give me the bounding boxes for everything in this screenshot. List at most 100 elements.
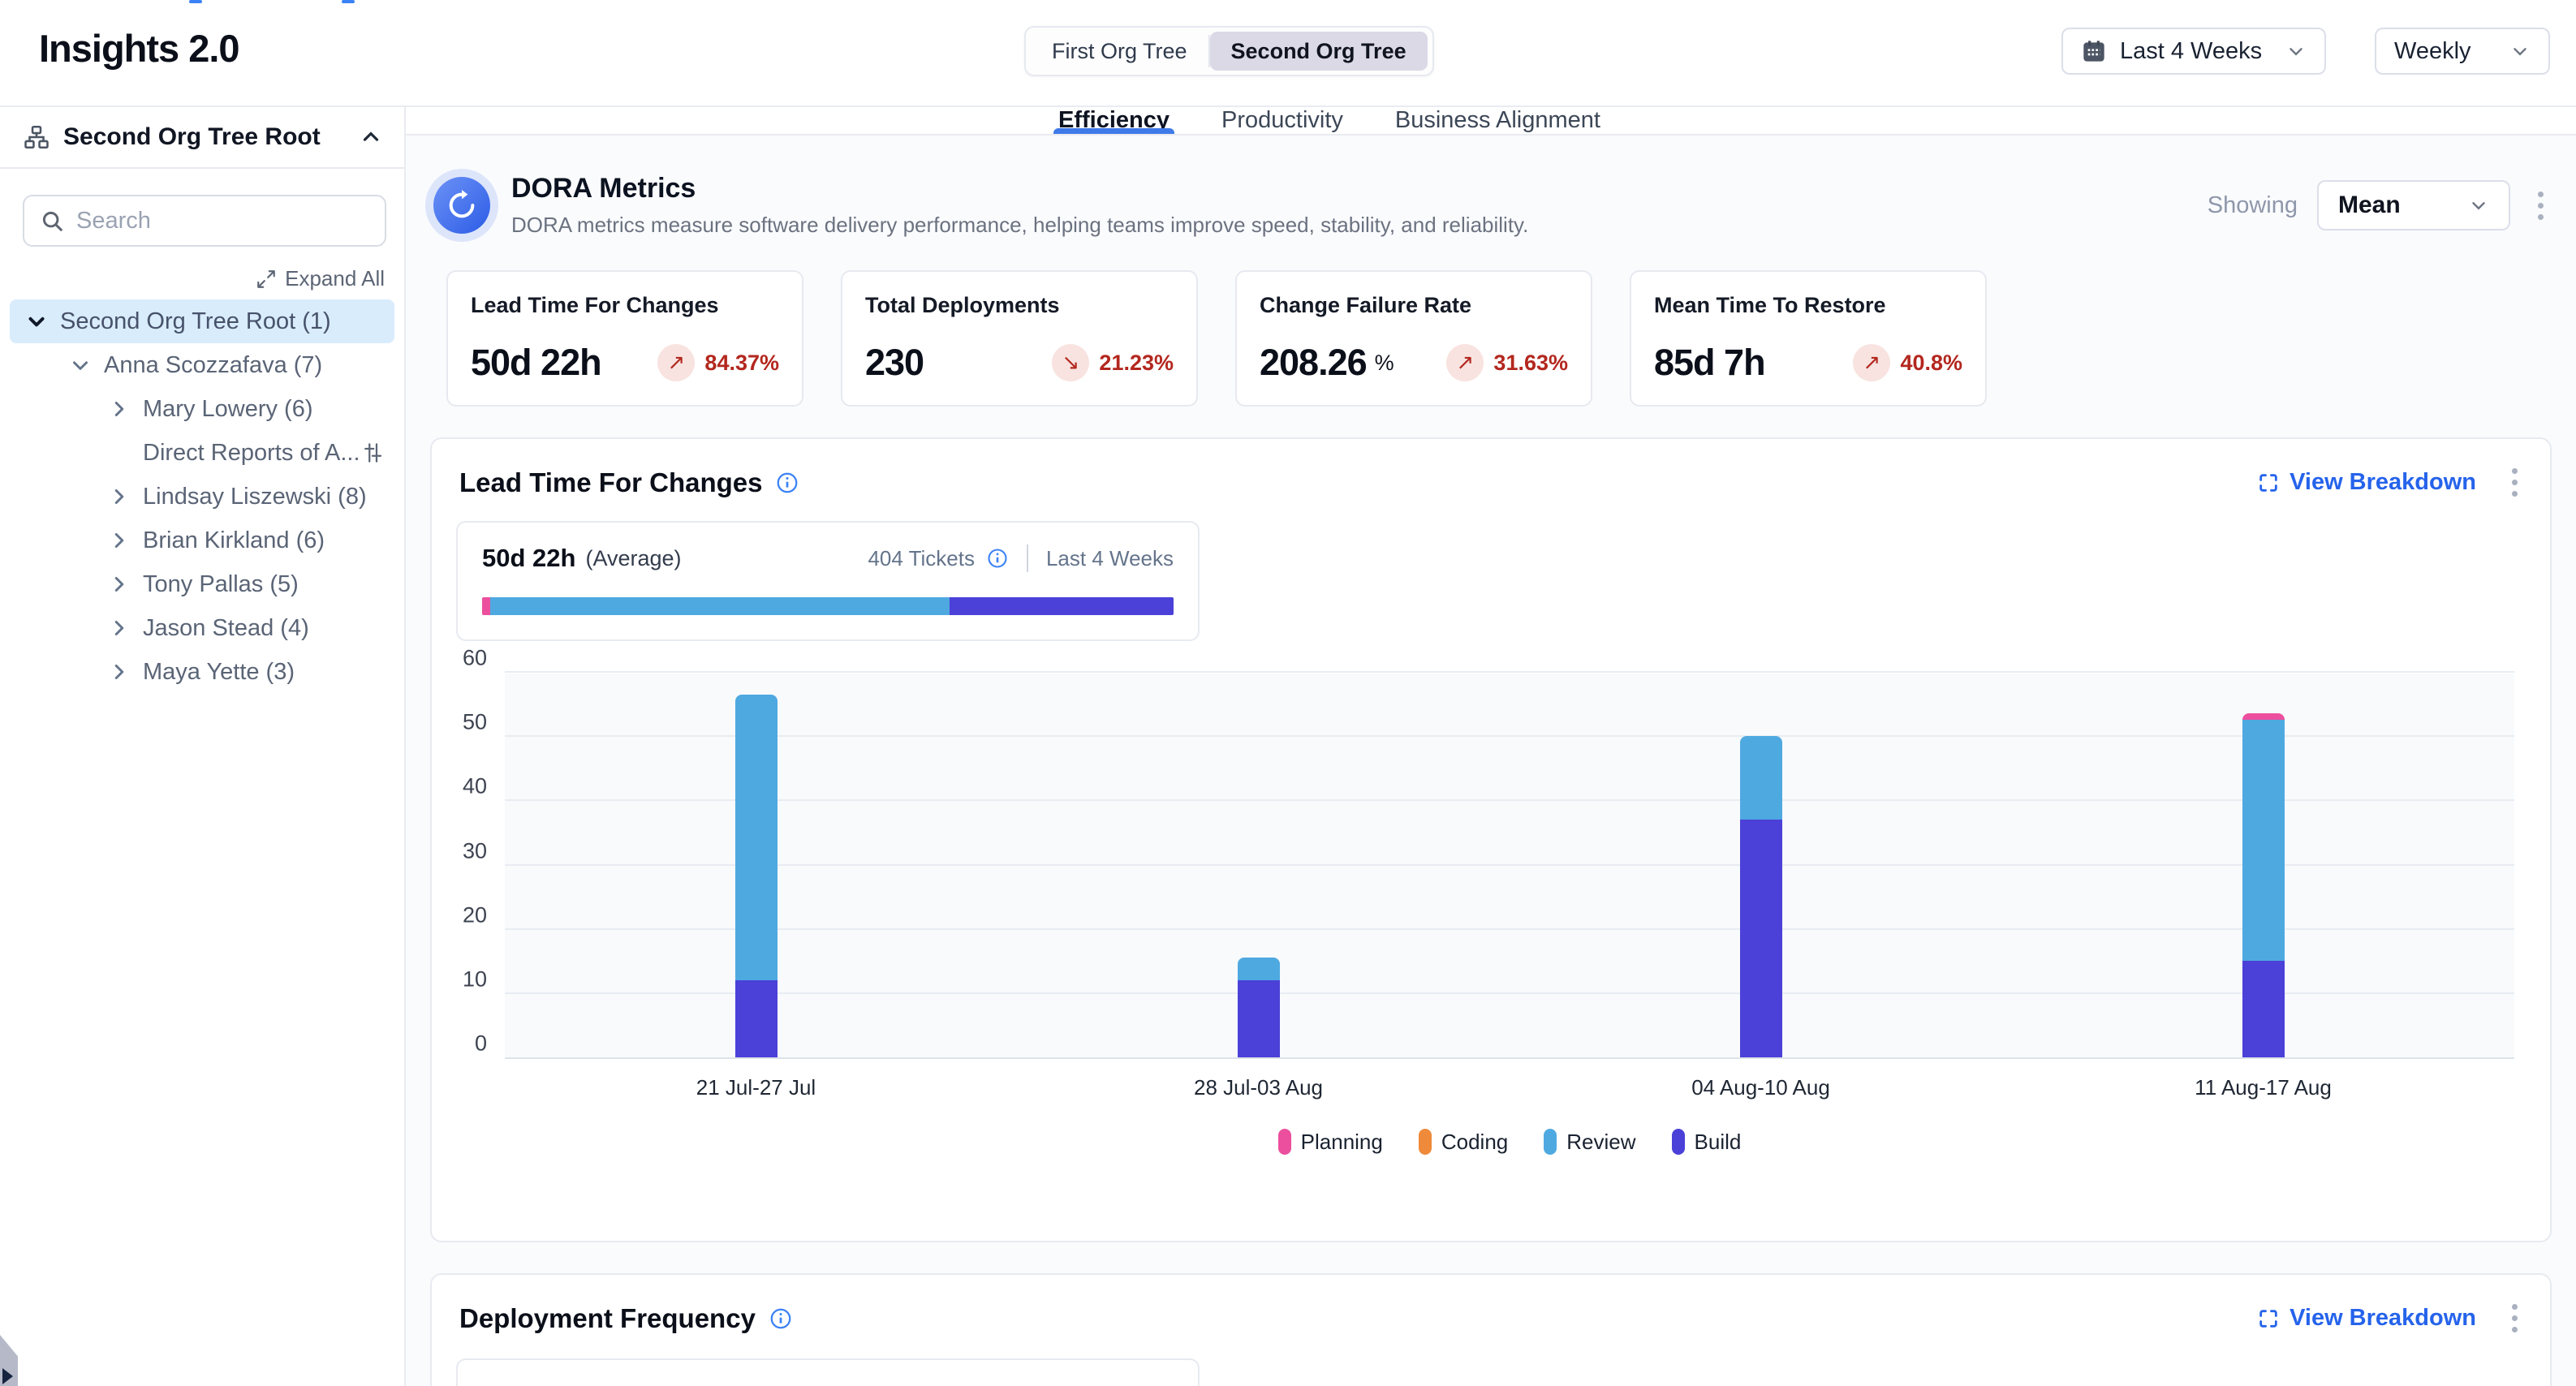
dora-kebab-menu[interactable] [2530,187,2552,225]
info-icon[interactable] [986,547,1009,570]
stacked-bar-11-aug-17-aug [2242,713,2285,1057]
showing-label: Showing [2208,192,2298,219]
stacked-bar-28-jul-03-aug [1238,958,1280,1057]
tree-item[interactable]: Jason Stead (4) [10,606,394,650]
trend-arrow-icon: ↗ [1446,344,1484,381]
sidebar-toggle-handle[interactable] [0,1335,18,1386]
bar-segment-planning [2242,713,2285,720]
tree-item[interactable]: Second Org Tree Root (1) [10,299,394,343]
phase-distribution-bar [482,597,1174,615]
search-input[interactable] [76,208,382,235]
sidebar-collapse-chevron[interactable] [359,125,383,149]
tree-item-label: Tony Pallas (5) [143,571,299,598]
info-icon[interactable] [769,1306,793,1331]
filter-sliders-icon[interactable] [360,441,385,465]
x-axis-tick-label: 11 Aug-17 Aug [2195,1075,2332,1100]
deployment-view-breakdown[interactable]: View Breakdown [2257,1305,2476,1332]
tab-business-alignment[interactable]: Business Alignment [1390,107,1605,134]
legend-label: Review [1566,1130,1635,1155]
deployment-frequency-panel: Deployment Frequency View Breakdown [430,1273,2552,1386]
org-tree-icon [23,123,50,151]
legend-swatch [1672,1129,1685,1155]
granularity-select[interactable]: Weekly [2375,28,2550,75]
deployment-frequency-title: Deployment Frequency [459,1303,756,1334]
org-tree-toggle[interactable]: First Org TreeSecond Org Tree [1024,26,1434,76]
tree-item[interactable]: Mary Lowery (6) [10,387,394,431]
tab-productivity[interactable]: Productivity [1217,107,1348,134]
deployment-kebab-menu[interactable] [2504,1299,2526,1337]
legend-item-review: Review [1544,1129,1635,1155]
metric-card-value: 208.26 [1260,342,1367,384]
tree-chevron-icon[interactable] [106,616,133,640]
info-icon[interactable] [775,471,799,495]
metric-card: Mean Time To Restore 85d 7h ↗ 40.8% [1630,270,1987,407]
metric-card-value: 50d 22h [471,342,601,384]
chart-x-axis-labels: 21 Jul-27 Jul28 Jul-03 Aug04 Aug-10 Aug1… [505,1075,2514,1108]
metric-card-unit: % [1375,351,1394,376]
y-axis-tick-label: 0 [475,1031,487,1057]
trend-value: 40.8% [1900,351,1962,376]
aggregation-select[interactable]: Mean [2317,180,2510,230]
tree-item[interactable]: Brian Kirkland (6) [10,519,394,562]
org-toggle-option[interactable]: Second Org Tree [1210,32,1428,71]
tree-chevron-icon[interactable] [106,397,133,421]
sidebar-search[interactable] [23,195,386,247]
y-axis-tick-label: 20 [463,902,487,928]
legend-label: Build [1695,1130,1742,1155]
tree-item-label: Anna Scozzafava (7) [104,352,322,379]
tree-chevron-icon[interactable] [106,572,133,596]
legend-item-planning: Planning [1278,1129,1383,1155]
metric-card-title: Lead Time For Changes [471,293,779,318]
bar-segment-build [735,980,778,1057]
gridline [505,671,2514,673]
tree-chevron-icon[interactable] [106,660,133,684]
stacked-bar-21-jul-27-jul [735,695,778,1057]
tree-item[interactable]: Maya Yette (3) [10,650,394,694]
chevron-right-icon [2,1368,13,1384]
tree-chevron-icon[interactable] [67,353,94,377]
tree-chevron-icon[interactable] [106,528,133,553]
expand-all-button[interactable]: Expand All [0,266,385,291]
tree-item-label: Maya Yette (3) [143,659,295,686]
metric-trend: ↗ 31.63% [1446,344,1568,381]
lead-time-kebab-menu[interactable] [2504,463,2526,501]
tree-chevron-icon[interactable] [23,309,50,334]
tree-item-label: Mary Lowery (6) [143,396,313,423]
lead-time-view-breakdown[interactable]: View Breakdown [2257,469,2476,496]
phase-segment-planning [482,597,490,615]
lead-time-chart: 0102030405060 21 Jul-27 Jul28 Jul-03 Aug… [505,674,2514,1155]
divider [1027,544,1028,572]
tree-item-label: Direct Reports of A... [143,440,360,467]
chevron-down-icon [2509,41,2531,62]
date-range-select[interactable]: Last 4 Weeks [2061,28,2326,75]
trend-arrow-icon: ↘ [1052,344,1089,381]
tree-item-label: Second Org Tree Root (1) [60,308,331,335]
tree-chevron-icon[interactable] [106,484,133,509]
phase-segment-build [950,597,1174,615]
legend-swatch [1419,1129,1432,1155]
tab-efficiency[interactable]: Efficiency [1053,107,1174,134]
dora-metrics-header: DORA Metrics DORA metrics measure softwa… [430,165,2552,246]
tree-item[interactable]: Direct Reports of A... [10,431,394,475]
chevron-down-icon [2468,195,2489,216]
average-value: 50d 22h [482,544,575,573]
legend-swatch [1544,1129,1557,1155]
y-axis-tick-label: 50 [463,710,487,735]
lead-time-title: Lead Time For Changes [459,467,762,498]
trend-value: 84.37% [704,351,779,376]
tree-item[interactable]: Lindsay Liszewski (8) [10,475,394,519]
x-axis-tick-label: 28 Jul-03 Aug [1194,1075,1323,1100]
metric-card-title: Total Deployments [865,293,1174,318]
metric-card: Total Deployments 230 ↘ 21.23% [841,270,1198,407]
org-toggle-option[interactable]: First Org Tree [1031,32,1208,71]
gridline [505,928,2514,930]
dora-title: DORA Metrics [511,173,1528,204]
view-breakdown-label: View Breakdown [2290,1305,2476,1332]
bar-segment-review [1740,736,1782,820]
chevron-down-icon [2285,41,2307,62]
tree-item[interactable]: Tony Pallas (5) [10,562,394,606]
tree-item[interactable]: Anna Scozzafava (7) [10,343,394,387]
chart-plot-area: 0102030405060 [505,674,2514,1059]
gridline [505,992,2514,994]
main-tabs: Efficiency Productivity Business Alignment [406,107,2576,136]
